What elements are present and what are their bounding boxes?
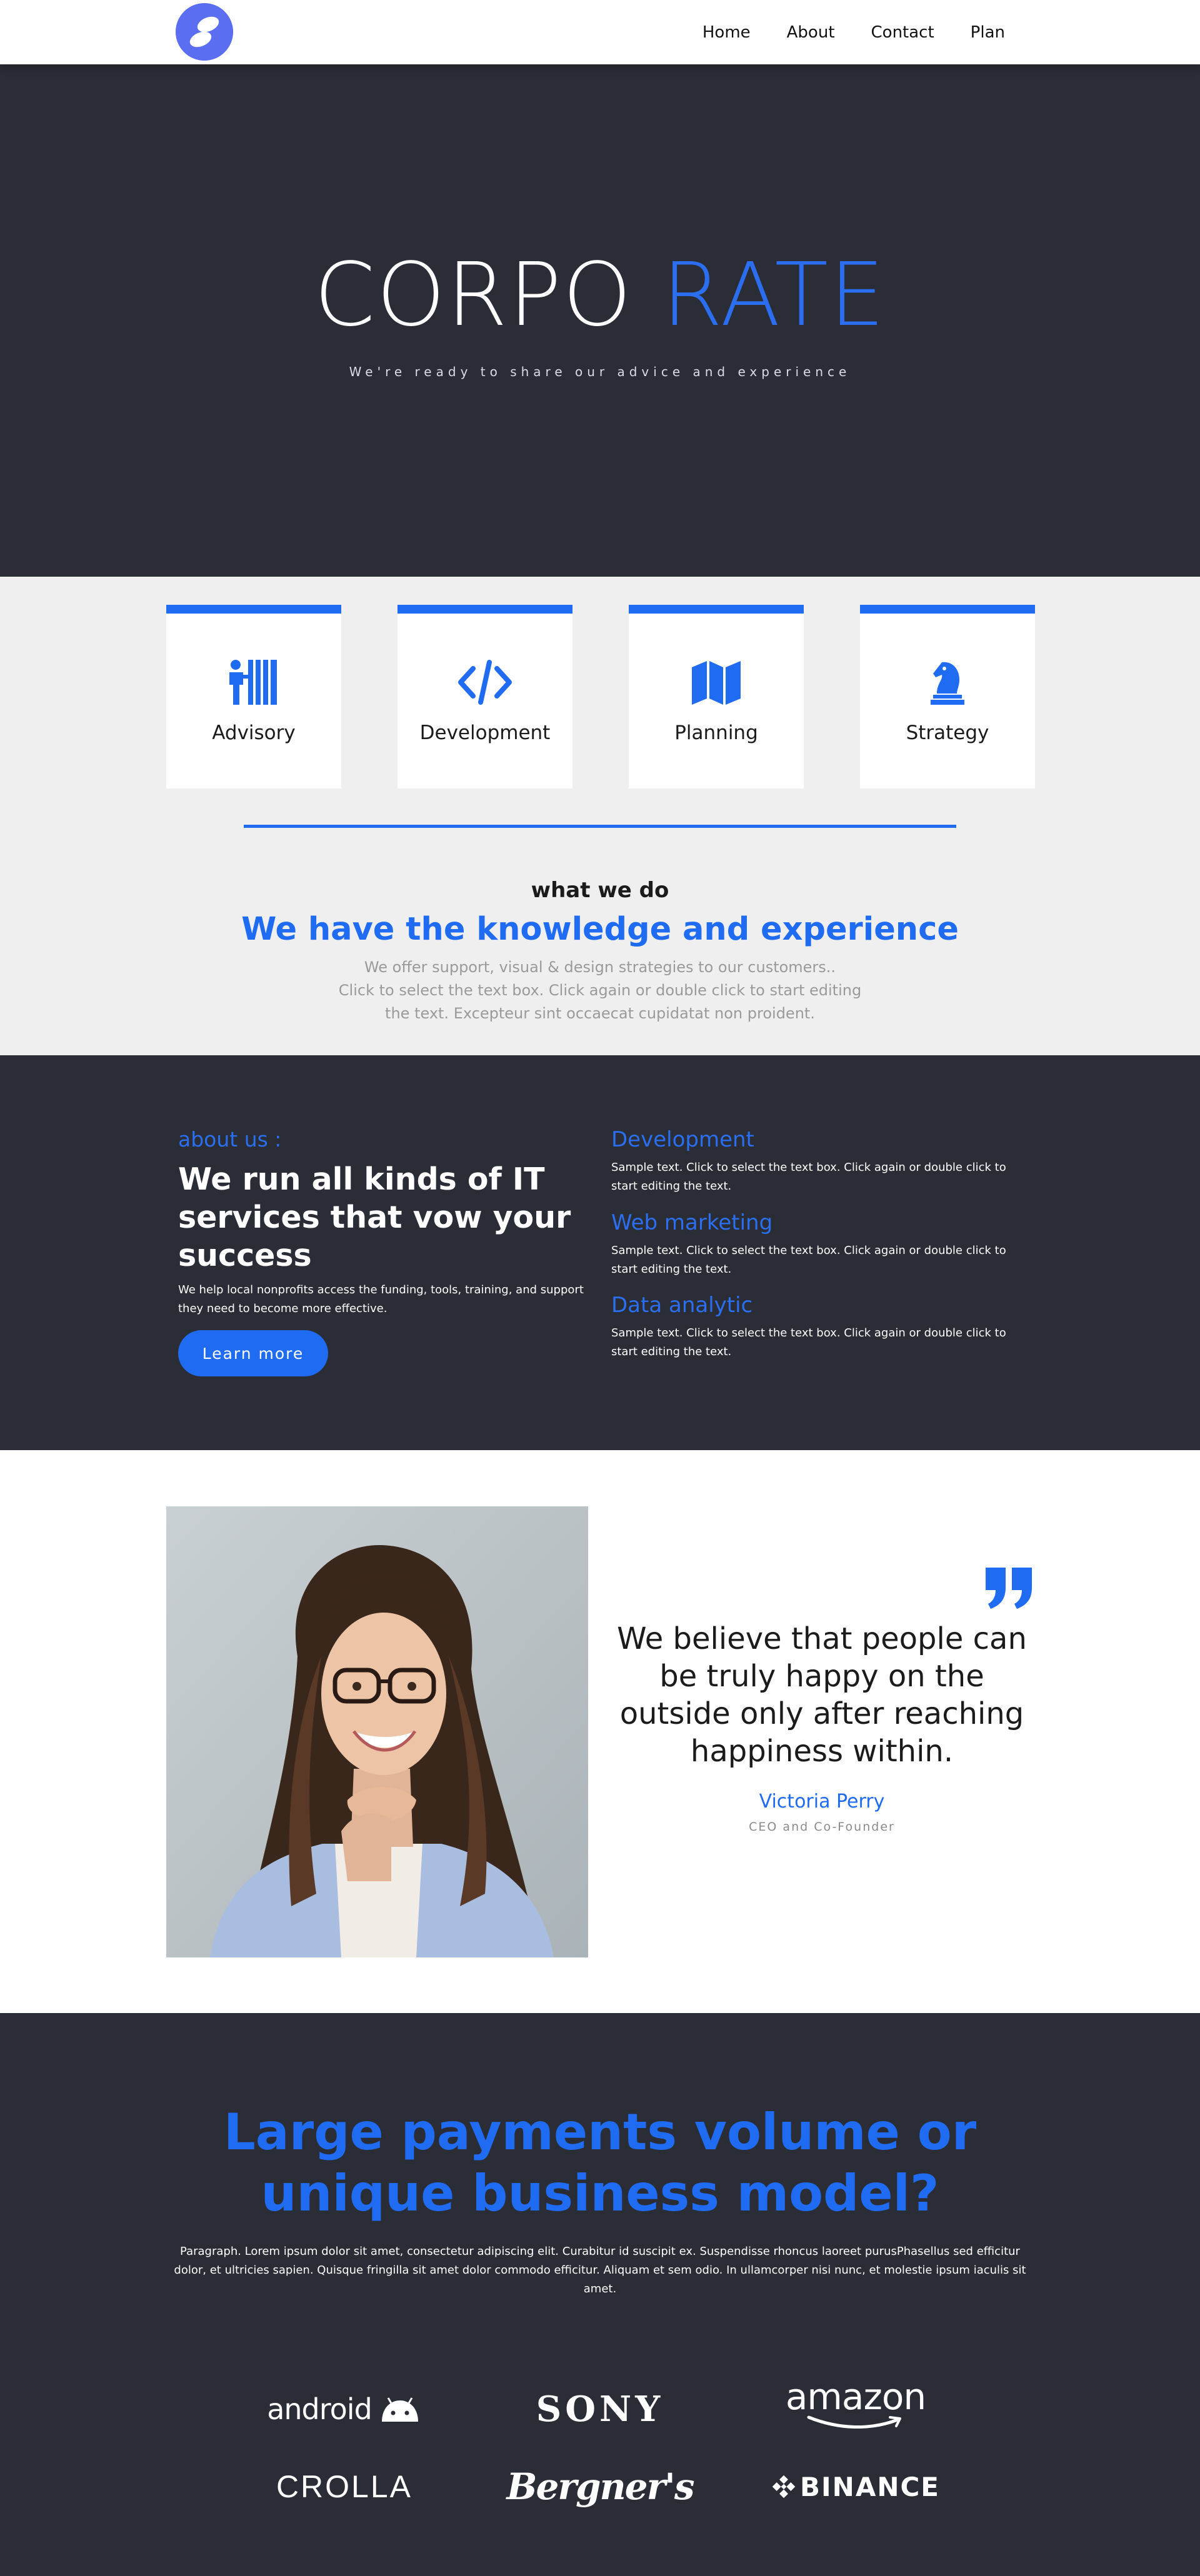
service-card-advisory[interactable]: Advisory bbox=[166, 605, 341, 788]
brand-logo-crolla: CROLLA bbox=[260, 2459, 429, 2515]
brand-name: android bbox=[267, 2392, 372, 2426]
logo[interactable] bbox=[176, 3, 233, 61]
service-card-label: Planning bbox=[674, 722, 758, 744]
feature-text: Sample text. Click to select the text bo… bbox=[611, 1161, 1006, 1193]
advisory-icon bbox=[166, 659, 341, 709]
feature-development: Development Sample text. Click to select… bbox=[611, 1127, 1024, 1196]
hero-subtitle: We're ready to share our advice and expe… bbox=[349, 364, 851, 379]
nav-link-contact[interactable]: Contact bbox=[871, 23, 934, 42]
quote-mark-icon bbox=[986, 1568, 1032, 1609]
payments-title: Large payments volume or unique business… bbox=[223, 2103, 977, 2222]
testimonial-quote: We believe that people can be truly happ… bbox=[617, 1621, 1027, 1769]
brand-logo-android: android bbox=[260, 2381, 429, 2437]
brand-name: SONY bbox=[536, 2389, 664, 2430]
testimonial-author-role: CEO and Co-Founder bbox=[749, 1820, 895, 1834]
service-card-planning[interactable]: Planning bbox=[629, 605, 804, 788]
code-icon bbox=[398, 659, 572, 709]
section-divider bbox=[244, 825, 956, 828]
about-section: about us : We run all kinds of IT servic… bbox=[0, 1055, 1200, 1450]
learn-more-button[interactable]: Learn more bbox=[178, 1330, 328, 1376]
logo-mark-icon bbox=[176, 3, 233, 61]
service-card-label: Advisory bbox=[212, 722, 296, 744]
nav-link-home[interactable]: Home bbox=[702, 23, 751, 42]
feature-title: Development bbox=[611, 1127, 754, 1152]
hero-title-part1: CORPO bbox=[314, 244, 633, 346]
hero-title: CORPO RATE bbox=[0, 252, 1200, 339]
feature-title: Data analytic bbox=[611, 1293, 753, 1318]
what-we-do-text-line: the text. Excepteur sint occaecat cupida… bbox=[385, 1005, 815, 1022]
brand-logo-amazon: amazon bbox=[771, 2375, 940, 2432]
about-text: We help local nonprofits access the fund… bbox=[178, 1283, 584, 1315]
service-card-label: Development bbox=[419, 722, 551, 744]
feature-title: Web marketing bbox=[611, 1210, 773, 1235]
brand-logo-sony: SONY bbox=[516, 2381, 684, 2437]
what-we-do-text-line: We offer support, visual & design strate… bbox=[364, 958, 836, 976]
hero-section: CORPO RATE We're ready to share our advi… bbox=[0, 64, 1200, 577]
brand-logo-bergners: Bergner's bbox=[506, 2459, 694, 2515]
payments-section: Large payments volume or unique business… bbox=[0, 2013, 1200, 2576]
feature-text: Sample text. Click to select the text bo… bbox=[611, 1244, 1006, 1276]
android-robot-icon bbox=[381, 2397, 418, 2422]
services-section: Advisory Development Planning Strategy w… bbox=[0, 577, 1200, 1055]
brand-name: BINANCE bbox=[800, 2471, 940, 2502]
testimonial-author-name: Victoria Perry bbox=[759, 1791, 885, 1813]
feature-text: Sample text. Click to select the text bo… bbox=[611, 1326, 1006, 1358]
hero-title-part2: RATE bbox=[661, 244, 886, 346]
brand-name: Bergner's bbox=[506, 2465, 694, 2508]
brand-name: amazon bbox=[785, 2375, 926, 2418]
feature-web-marketing: Web marketing Sample text. Click to sele… bbox=[611, 1210, 1024, 1279]
map-icon bbox=[629, 659, 804, 709]
brand-name: CROLLA bbox=[276, 2469, 413, 2504]
service-card-strategy[interactable]: Strategy bbox=[860, 605, 1035, 788]
service-card-development[interactable]: Development bbox=[398, 605, 572, 788]
what-we-do-kicker: what we do bbox=[531, 878, 669, 903]
nav-menu: Home About Contact Plan bbox=[702, 0, 1005, 64]
feature-data-analytic: Data analytic Sample text. Click to sele… bbox=[611, 1293, 1024, 1361]
about-title: We run all kinds of IT services that vow… bbox=[178, 1161, 571, 1273]
what-we-do-text: We offer support, visual & design strate… bbox=[312, 956, 888, 1025]
ceo-portrait-image bbox=[166, 1506, 588, 1957]
payments-text: Paragraph. Lorem ipsum dolor sit amet, c… bbox=[174, 2245, 1026, 2295]
what-we-do-text-line: Click to select the text box. Click agai… bbox=[338, 982, 862, 999]
amazon-smile-icon bbox=[807, 2415, 901, 2429]
nav-link-about[interactable]: About bbox=[787, 23, 835, 42]
brand-logo-binance: BINANCE bbox=[771, 2459, 940, 2515]
chess-knight-icon bbox=[860, 659, 1035, 709]
top-nav: Home About Contact Plan bbox=[0, 0, 1200, 64]
about-kicker: about us : bbox=[178, 1127, 282, 1151]
testimonial-section: We believe that people can be truly happ… bbox=[0, 1450, 1200, 2013]
what-we-do-title: We have the knowledge and experience bbox=[241, 911, 959, 948]
nav-link-plan[interactable]: Plan bbox=[971, 23, 1005, 42]
service-card-label: Strategy bbox=[906, 722, 989, 744]
binance-diamond-icon bbox=[772, 2475, 796, 2499]
